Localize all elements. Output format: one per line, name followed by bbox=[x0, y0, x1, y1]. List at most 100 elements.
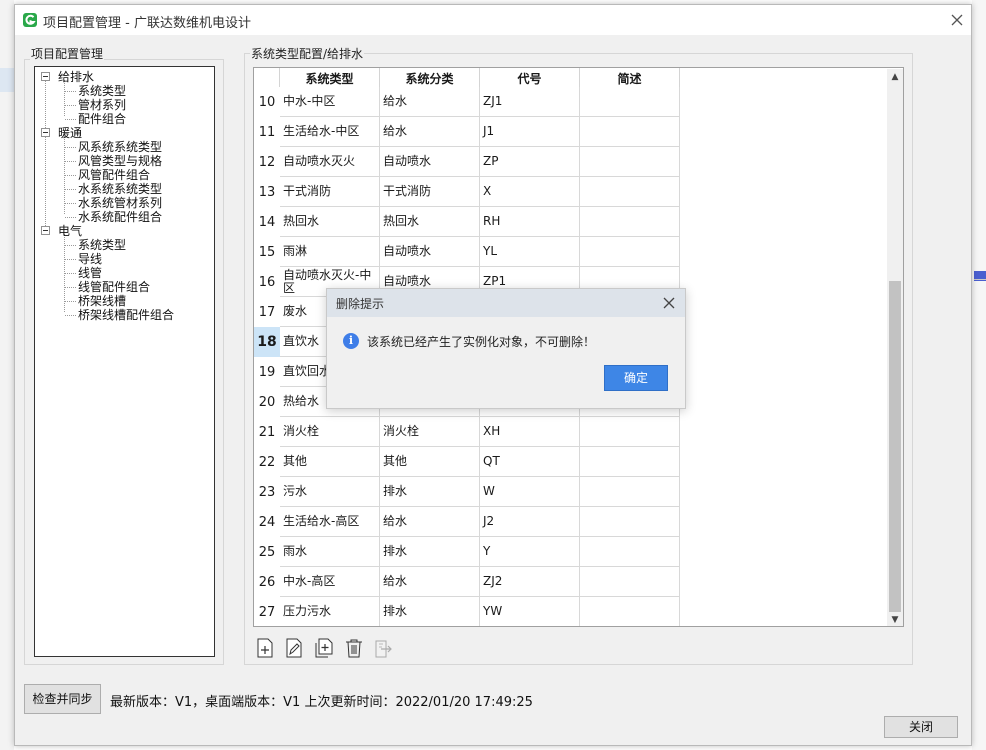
cell-code[interactable]: J1 bbox=[480, 117, 580, 147]
row-number[interactable]: 14 bbox=[254, 207, 280, 237]
cell-category[interactable]: 给水 bbox=[380, 117, 480, 147]
cell-description[interactable] bbox=[580, 447, 680, 477]
dialog-ok-button[interactable]: 确定 bbox=[604, 365, 668, 391]
cell-code[interactable]: Y bbox=[480, 537, 580, 567]
scroll-up-arrow-icon[interactable]: ▲ bbox=[890, 72, 900, 82]
tree-collapse-icon[interactable] bbox=[41, 72, 50, 81]
cell-category[interactable]: 干式消防 bbox=[380, 177, 480, 207]
row-number[interactable]: 19 bbox=[254, 357, 280, 387]
tree-category-node[interactable]: 给排水 bbox=[58, 70, 94, 84]
cell-system-type[interactable]: 自动喷水灭火 bbox=[280, 147, 380, 177]
window-close-icon[interactable] bbox=[947, 10, 967, 30]
cell-system-type[interactable]: 中水-高区 bbox=[280, 567, 380, 597]
row-number[interactable]: 10 bbox=[254, 87, 280, 117]
cell-code[interactable]: W bbox=[480, 477, 580, 507]
add-icon[interactable] bbox=[254, 637, 276, 659]
row-number[interactable]: 13 bbox=[254, 177, 280, 207]
row-number[interactable]: 25 bbox=[254, 537, 280, 567]
tree-leaf-node[interactable]: 管材系列 bbox=[78, 98, 126, 112]
cell-category[interactable]: 自动喷水 bbox=[380, 147, 480, 177]
cell-code[interactable]: J2 bbox=[480, 507, 580, 537]
tree-collapse-icon[interactable] bbox=[41, 226, 50, 235]
cell-description[interactable] bbox=[580, 177, 680, 207]
tree-leaf-node[interactable]: 系统类型 bbox=[78, 238, 126, 252]
tree-leaf-node[interactable]: 水系统管材系列 bbox=[78, 196, 162, 210]
cell-code[interactable]: XH bbox=[480, 417, 580, 447]
cell-description[interactable] bbox=[580, 87, 680, 117]
cell-category[interactable]: 消火栓 bbox=[380, 417, 480, 447]
cell-code[interactable]: YW bbox=[480, 597, 580, 626]
cell-system-type[interactable]: 消火栓 bbox=[280, 417, 380, 447]
cell-description[interactable] bbox=[580, 417, 680, 447]
cell-category[interactable]: 排水 bbox=[380, 477, 480, 507]
cell-system-type[interactable]: 生活给水-中区 bbox=[280, 117, 380, 147]
cell-system-type[interactable]: 压力污水 bbox=[280, 597, 380, 626]
cell-description[interactable] bbox=[580, 597, 680, 626]
tree-category-node[interactable]: 暖通 bbox=[58, 126, 82, 140]
row-number[interactable]: 26 bbox=[254, 567, 280, 597]
tree-leaf-node[interactable]: 水系统系统类型 bbox=[78, 182, 162, 196]
tree-leaf-node[interactable]: 风管配件组合 bbox=[78, 168, 150, 182]
cell-system-type[interactable]: 雨淋 bbox=[280, 237, 380, 267]
cell-system-type[interactable]: 污水 bbox=[280, 477, 380, 507]
scroll-thumb[interactable] bbox=[889, 281, 901, 612]
cell-system-type[interactable]: 生活给水-高区 bbox=[280, 507, 380, 537]
cell-category[interactable]: 给水 bbox=[380, 87, 480, 117]
tree-leaf-node[interactable]: 线管 bbox=[78, 266, 102, 280]
row-number[interactable]: 21 bbox=[254, 417, 280, 447]
tree-leaf-node[interactable]: 风系统系统类型 bbox=[78, 140, 162, 154]
tree-leaf-node[interactable]: 桥架线槽 bbox=[78, 294, 126, 308]
cell-code[interactable]: ZP bbox=[480, 147, 580, 177]
cell-code[interactable]: YL bbox=[480, 237, 580, 267]
cell-category[interactable]: 给水 bbox=[380, 507, 480, 537]
cell-code[interactable]: RH bbox=[480, 207, 580, 237]
cell-description[interactable] bbox=[580, 207, 680, 237]
row-number[interactable]: 20 bbox=[254, 387, 280, 417]
tree-category-node[interactable]: 电气 bbox=[58, 224, 82, 238]
cell-category[interactable]: 给水 bbox=[380, 567, 480, 597]
tree-leaf-node[interactable]: 导线 bbox=[78, 252, 102, 266]
row-number[interactable]: 27 bbox=[254, 597, 280, 626]
cell-description[interactable] bbox=[580, 237, 680, 267]
cell-category[interactable]: 排水 bbox=[380, 597, 480, 626]
cell-system-type[interactable]: 其他 bbox=[280, 447, 380, 477]
cell-category[interactable]: 其他 bbox=[380, 447, 480, 477]
cell-description[interactable] bbox=[580, 507, 680, 537]
cell-system-type[interactable]: 干式消防 bbox=[280, 177, 380, 207]
cell-code[interactable]: ZJ1 bbox=[480, 87, 580, 117]
row-number[interactable]: 22 bbox=[254, 447, 280, 477]
cell-description[interactable] bbox=[580, 537, 680, 567]
cell-system-type[interactable]: 中水-中区 bbox=[280, 87, 380, 117]
dialog-close-icon[interactable] bbox=[661, 295, 677, 311]
row-number[interactable]: 24 bbox=[254, 507, 280, 537]
row-number[interactable]: 23 bbox=[254, 477, 280, 507]
row-number[interactable]: 16 bbox=[254, 267, 280, 297]
close-button[interactable]: 关闭 bbox=[884, 716, 958, 738]
tree-collapse-icon[interactable] bbox=[41, 128, 50, 137]
delete-icon[interactable] bbox=[343, 637, 365, 659]
tree-leaf-node[interactable]: 线管配件组合 bbox=[78, 280, 150, 294]
tree-leaf-node[interactable]: 配件组合 bbox=[78, 112, 126, 126]
row-number[interactable]: 12 bbox=[254, 147, 280, 177]
tree-leaf-node[interactable]: 系统类型 bbox=[78, 84, 126, 98]
cell-category[interactable]: 自动喷水 bbox=[380, 237, 480, 267]
cell-category[interactable]: 热回水 bbox=[380, 207, 480, 237]
scroll-down-arrow-icon[interactable]: ▼ bbox=[890, 615, 900, 625]
row-number[interactable]: 15 bbox=[254, 237, 280, 267]
cell-system-type[interactable]: 热回水 bbox=[280, 207, 380, 237]
grid-vertical-scrollbar[interactable]: ▲ ▼ bbox=[887, 69, 903, 626]
cell-description[interactable] bbox=[580, 147, 680, 177]
cell-description[interactable] bbox=[580, 567, 680, 597]
row-number[interactable]: 17 bbox=[254, 297, 280, 327]
cell-description[interactable] bbox=[580, 117, 680, 147]
tree-leaf-node[interactable]: 桥架线槽配件组合 bbox=[78, 308, 174, 322]
cell-code[interactable]: QT bbox=[480, 447, 580, 477]
tree-leaf-node[interactable]: 风管类型与规格 bbox=[78, 154, 162, 168]
import-icon[interactable] bbox=[372, 637, 394, 659]
edit-icon[interactable] bbox=[283, 637, 305, 659]
cell-category[interactable]: 排水 bbox=[380, 537, 480, 567]
cell-system-type[interactable]: 雨水 bbox=[280, 537, 380, 567]
tree-leaf-node[interactable]: 水系统配件组合 bbox=[78, 210, 162, 224]
row-number[interactable]: 18 bbox=[254, 327, 280, 357]
copy-add-icon[interactable] bbox=[313, 637, 335, 659]
